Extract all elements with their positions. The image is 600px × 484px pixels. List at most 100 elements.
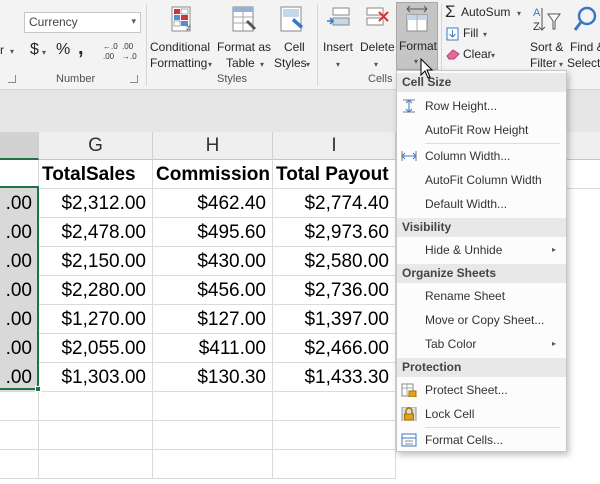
cell-total-payout-1[interactable]: $2,774.40 bbox=[273, 189, 396, 218]
increase-decimal-button[interactable]: ←.0 .00 bbox=[100, 40, 120, 62]
cell-commission-2[interactable]: $495.60 bbox=[153, 218, 273, 247]
find-select-button[interactable]: Find & Select bbox=[567, 4, 600, 70]
group-separator bbox=[146, 4, 147, 86]
sort-filter-icon: A Z bbox=[533, 7, 561, 33]
autosum-label: AutoSum bbox=[461, 5, 511, 19]
cell-total-sales-6[interactable]: $2,055.00 bbox=[39, 334, 153, 363]
cell-empty[interactable] bbox=[39, 392, 153, 421]
autosum-button[interactable]: Σ AutoSum ▾ bbox=[445, 2, 527, 24]
cell-total-sales-4[interactable]: $2,280.00 bbox=[39, 276, 153, 305]
cell-f-2[interactable]: .00 bbox=[0, 218, 39, 247]
cell-header-commission[interactable]: Commission bbox=[153, 160, 273, 189]
cell-empty[interactable] bbox=[39, 421, 153, 450]
cell-total-payout-6[interactable]: $2,466.00 bbox=[273, 334, 396, 363]
menu-item-autofit-row[interactable]: AutoFit Row Height bbox=[397, 118, 566, 142]
format-as-table-button[interactable]: Format as Table ▾ bbox=[216, 4, 272, 72]
cell-commission-4[interactable]: $456.00 bbox=[153, 276, 273, 305]
cell-commission-5[interactable]: $127.00 bbox=[153, 305, 273, 334]
menu-item-default-width[interactable]: Default Width... bbox=[397, 192, 566, 216]
fill-button[interactable]: Fill ▾ bbox=[445, 25, 505, 45]
clear-button[interactable]: Clear ▾ bbox=[445, 45, 505, 65]
insert-cells-button[interactable]: Insert ▾ bbox=[320, 4, 358, 72]
cell-f-4[interactable]: .00 bbox=[0, 276, 39, 305]
cell-empty[interactable] bbox=[0, 450, 39, 479]
chevron-down-icon: ▾ bbox=[414, 57, 419, 66]
menu-item-protect-sheet[interactable]: Protect Sheet... bbox=[397, 378, 566, 402]
cell-f-1[interactable]: .00 bbox=[0, 189, 39, 218]
currency-format-button[interactable]: $ bbox=[30, 41, 39, 59]
menu-item-tab-color[interactable]: Tab Color ▸ bbox=[397, 332, 566, 356]
cell-f-6[interactable]: .00 bbox=[0, 334, 39, 363]
delete-label: Delete bbox=[360, 40, 395, 54]
cell-empty[interactable] bbox=[153, 392, 273, 421]
number-format-dropdown[interactable]: Currency ▾ bbox=[24, 12, 141, 33]
insert-label: Insert bbox=[323, 40, 354, 54]
cell-empty[interactable] bbox=[0, 392, 39, 421]
chevron-down-icon: ▾ bbox=[491, 51, 496, 60]
delete-cells-button[interactable]: Delete ▾ bbox=[358, 4, 396, 72]
menu-item-format-cells[interactable]: Format Cells... bbox=[397, 428, 566, 452]
column-header-h[interactable]: H bbox=[153, 132, 273, 160]
cell-header-f[interactable] bbox=[0, 160, 39, 189]
cell-total-payout-5[interactable]: $1,397.00 bbox=[273, 305, 396, 334]
menu-item-lock-cell[interactable]: Lock Cell bbox=[397, 402, 566, 426]
cell-empty[interactable] bbox=[273, 421, 396, 450]
menu-item-move-copy-sheet[interactable]: Move or Copy Sheet... bbox=[397, 308, 566, 332]
row-height-icon bbox=[403, 99, 415, 113]
search-icon bbox=[573, 6, 597, 31]
cell-empty[interactable] bbox=[273, 392, 396, 421]
menu-item-rename-sheet[interactable]: Rename Sheet bbox=[397, 284, 566, 308]
cell-commission-6[interactable]: $411.00 bbox=[153, 334, 273, 363]
cell-commission-3[interactable]: $430.00 bbox=[153, 247, 273, 276]
comma-style-button[interactable]: , bbox=[78, 37, 84, 60]
cell-styles-button[interactable]: Cell Styles ▾ bbox=[272, 4, 314, 72]
cell-total-sales-1[interactable]: $2,312.00 bbox=[39, 189, 153, 218]
cell-empty[interactable] bbox=[153, 421, 273, 450]
fill-handle[interactable] bbox=[35, 386, 41, 392]
cell-f-7[interactable]: .00 bbox=[0, 363, 39, 392]
cell-commission-1[interactable]: $462.40 bbox=[153, 189, 273, 218]
svg-text:→.0: →.0 bbox=[122, 52, 137, 61]
cell-total-payout-4[interactable]: $2,736.00 bbox=[273, 276, 396, 305]
column-header-f[interactable] bbox=[0, 132, 39, 160]
percent-style-button[interactable]: % bbox=[56, 41, 70, 59]
cell-total-sales-5[interactable]: $1,270.00 bbox=[39, 305, 153, 334]
cell-f-3[interactable]: .00 bbox=[0, 247, 39, 276]
dialog-launcher-icon[interactable] bbox=[8, 75, 16, 83]
cell-styles-label-2: Styles bbox=[274, 56, 307, 70]
menu-item-row-height[interactable]: Row Height... bbox=[397, 94, 566, 118]
column-header-g[interactable]: G bbox=[39, 132, 153, 160]
chevron-down-icon: ▾ bbox=[131, 16, 136, 26]
menu-item-autofit-column[interactable]: AutoFit Column Width bbox=[397, 168, 566, 192]
menu-item-column-width[interactable]: Column Width... bbox=[397, 144, 566, 168]
svg-text:.00: .00 bbox=[103, 52, 115, 61]
cell-commission-7[interactable]: $130.30 bbox=[153, 363, 273, 392]
menu-item-hide-unhide[interactable]: Hide & Unhide ▸ bbox=[397, 238, 566, 262]
format-label: Format bbox=[399, 39, 438, 53]
cell-total-sales-2[interactable]: $2,478.00 bbox=[39, 218, 153, 247]
cell-f-5[interactable]: .00 bbox=[0, 305, 39, 334]
cell-empty[interactable] bbox=[153, 450, 273, 479]
cell-empty[interactable] bbox=[39, 450, 153, 479]
fill-label: Fill bbox=[463, 26, 479, 40]
cell-header-totalsales[interactable]: TotalSales bbox=[39, 160, 153, 189]
chevron-down-icon: ▾ bbox=[559, 60, 564, 69]
decrease-decimal-button[interactable]: .00 →.0 bbox=[120, 40, 140, 62]
menu-item-label: Column Width... bbox=[425, 149, 511, 163]
sort-filter-button[interactable]: A Z Sort & Filter ▾ bbox=[527, 4, 567, 70]
cell-total-payout-3[interactable]: $2,580.00 bbox=[273, 247, 396, 276]
cell-total-sales-3[interactable]: $2,150.00 bbox=[39, 247, 153, 276]
increase-decimal-icon: ←.0 .00 bbox=[103, 42, 118, 61]
number-dialog-launcher-icon[interactable] bbox=[130, 75, 138, 83]
conditional-formatting-button[interactable]: ≠ Conditional Formatting ▾ bbox=[150, 4, 214, 72]
cell-empty[interactable] bbox=[273, 450, 396, 479]
format-dropdown-menu: Cell Size Row Height... AutoFit Row Heig… bbox=[396, 70, 567, 452]
cell-header-total-payout[interactable]: Total Payout bbox=[273, 160, 396, 189]
svg-text:≠: ≠ bbox=[186, 23, 191, 33]
cell-total-payout-7[interactable]: $1,433.30 bbox=[273, 363, 396, 392]
chevron-down-icon: ▾ bbox=[208, 60, 213, 69]
cell-total-sales-7[interactable]: $1,303.00 bbox=[39, 363, 153, 392]
cell-total-payout-2[interactable]: $2,973.60 bbox=[273, 218, 396, 247]
cell-empty[interactable] bbox=[0, 421, 39, 450]
column-header-i[interactable]: I bbox=[273, 132, 396, 160]
